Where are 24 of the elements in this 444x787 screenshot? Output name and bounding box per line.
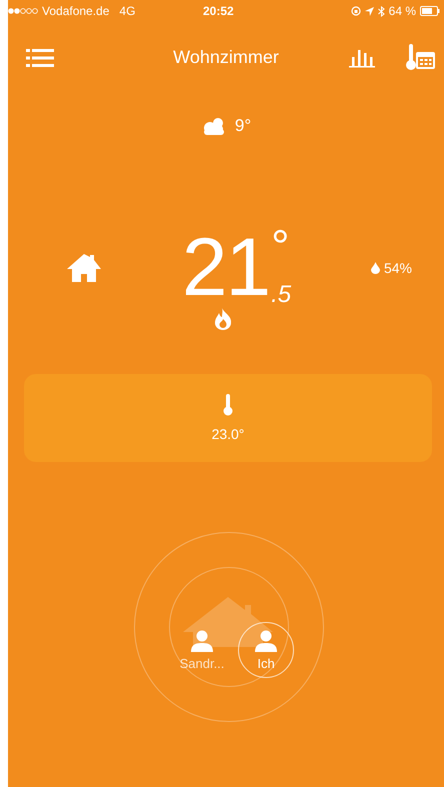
battery-percent: 64 % xyxy=(388,4,416,18)
house-icon xyxy=(183,597,273,647)
room-title: Wohnzimmer xyxy=(173,47,279,68)
humidity-value: 54% xyxy=(384,260,412,276)
degree-sign: ° xyxy=(271,228,290,264)
target-temperature-card[interactable]: 23.0° xyxy=(24,374,432,462)
thermometer-icon xyxy=(223,394,233,416)
person-avatar[interactable]: Ich xyxy=(238,622,294,678)
target-temperature: 23.0° xyxy=(212,426,244,442)
network-type: 4G xyxy=(119,4,136,18)
menu-icon[interactable] xyxy=(26,48,54,68)
signal-icon xyxy=(8,8,38,14)
battery-icon xyxy=(420,6,440,16)
outdoor-temperature: 9° xyxy=(234,116,252,136)
thermometer-calendar-icon[interactable] xyxy=(406,44,436,72)
temperature-decimal: .5 xyxy=(271,282,292,308)
bar-chart-icon[interactable] xyxy=(348,48,376,68)
carrier-name: Vodafone.de xyxy=(42,4,110,18)
bluetooth-icon xyxy=(378,6,385,16)
water-drop-icon xyxy=(370,262,380,274)
room-temperature: 21 xyxy=(182,228,270,308)
location-icon xyxy=(364,6,374,16)
clock: 20:52 xyxy=(203,4,234,18)
home-icon xyxy=(66,253,102,283)
